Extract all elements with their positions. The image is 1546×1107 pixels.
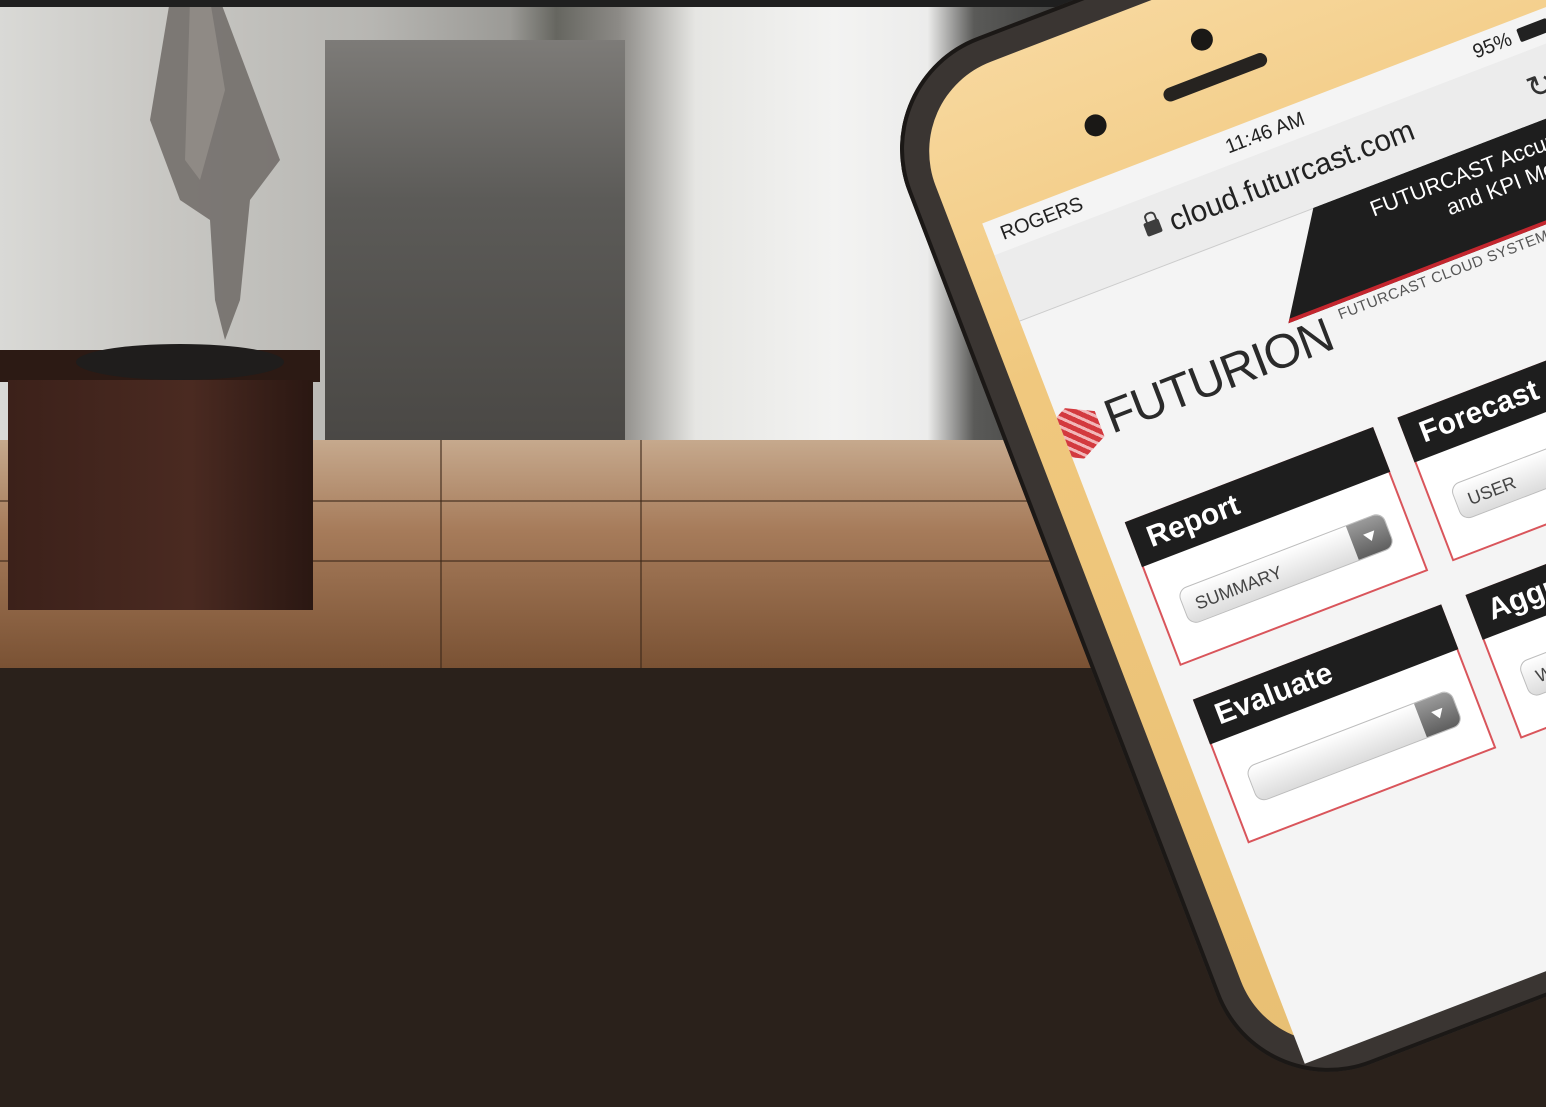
chevron-down-icon[interactable] [1413,690,1463,738]
forecast-panel-title: Forecast [1397,322,1546,463]
reload-icon[interactable]: ↻ [1521,63,1546,108]
escalator [325,40,625,440]
lock-icon [1143,218,1163,237]
logo-text: FUTURION [1097,308,1341,445]
futurion-logo: FUTURION [1097,308,1341,445]
proximity-sensor [1081,111,1110,140]
battery-icon [1516,17,1546,43]
earpiece-speaker [1161,51,1270,104]
chevron-down-icon[interactable] [1345,512,1395,560]
report-select-value: SUMMARY [1192,562,1286,614]
pedestal [8,380,313,610]
sculpture [150,0,280,340]
forecast-select-value: USER [1464,472,1519,509]
forecast-panel: Forecast USER [1397,322,1546,562]
front-camera [1187,25,1217,54]
aggregation-select-value: WEIGHTED [1532,632,1546,687]
